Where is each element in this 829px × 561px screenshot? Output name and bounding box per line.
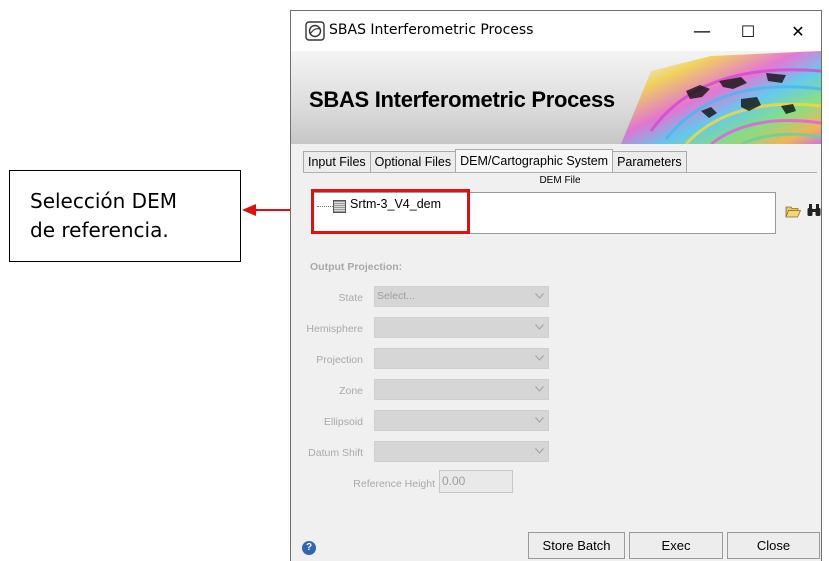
chevron-down-icon	[535, 355, 544, 361]
projection-label: Projection	[316, 354, 363, 366]
ellipsoid-select[interactable]	[374, 410, 549, 431]
callout-line-2: de referencia.	[30, 218, 169, 242]
folder-open-icon[interactable]	[785, 204, 801, 218]
zone-select[interactable]	[374, 379, 549, 400]
header-banner: SBAS Interferometric Process	[291, 51, 821, 144]
store-batch-button[interactable]: Store Batch	[528, 532, 625, 559]
app-icon	[305, 21, 325, 41]
callout-line-1: Selección DEM	[30, 189, 177, 213]
dem-file-label: DEM File	[539, 175, 581, 186]
reference-height-input[interactable]: 0.00	[439, 470, 513, 493]
maximize-button[interactable]: ☐	[725, 11, 771, 51]
banner-title: SBAS Interferometric Process	[309, 87, 615, 112]
chevron-down-icon	[535, 417, 544, 423]
tab-bar: Input Files Optional Files DEM/Cartograp…	[303, 149, 687, 173]
window-title: SBAS Interferometric Process	[329, 22, 534, 38]
datum-shift-label: Datum Shift	[308, 447, 363, 459]
help-icon[interactable]: ?	[302, 541, 316, 555]
exec-button[interactable]: Exec	[629, 532, 723, 559]
tab-dem-cartographic-system[interactable]: DEM/Cartographic System	[455, 149, 614, 172]
projection-select[interactable]	[374, 348, 549, 369]
close-button[interactable]: Close	[727, 532, 820, 559]
tab-optional-files[interactable]: Optional Files	[369, 151, 457, 172]
sbas-dialog: SBAS Interferometric Process — ☐ ✕ SBAS …	[290, 10, 822, 561]
ellipsoid-label: Ellipsoid	[323, 416, 363, 428]
annotation-callout: Selección DEM de referencia.	[9, 170, 241, 262]
hemisphere-label: Hemisphere	[306, 323, 363, 335]
tab-input-files[interactable]: Input Files	[303, 151, 371, 172]
state-label: State	[338, 292, 363, 304]
annotation-highlight	[311, 189, 470, 234]
tab-parameters[interactable]: Parameters	[612, 151, 687, 172]
chevron-down-icon	[535, 386, 544, 392]
minimize-button[interactable]: —	[679, 11, 725, 51]
reference-height-label: Reference Height	[353, 478, 435, 490]
chevron-down-icon	[535, 324, 544, 330]
chevron-down-icon	[535, 448, 544, 454]
interferogram-image	[621, 51, 821, 144]
binoculars-icon[interactable]	[806, 203, 822, 217]
state-value: Select...	[377, 290, 415, 302]
zone-label: Zone	[339, 385, 363, 397]
datum-shift-select[interactable]	[374, 441, 549, 462]
hemisphere-select[interactable]	[374, 317, 549, 338]
state-select[interactable]: Select...	[374, 286, 549, 307]
close-window-button[interactable]: ✕	[775, 11, 821, 51]
title-bar[interactable]: SBAS Interferometric Process — ☐ ✕	[291, 11, 821, 51]
output-projection-heading: Output Projection:	[310, 261, 403, 273]
chevron-down-icon	[535, 293, 544, 299]
